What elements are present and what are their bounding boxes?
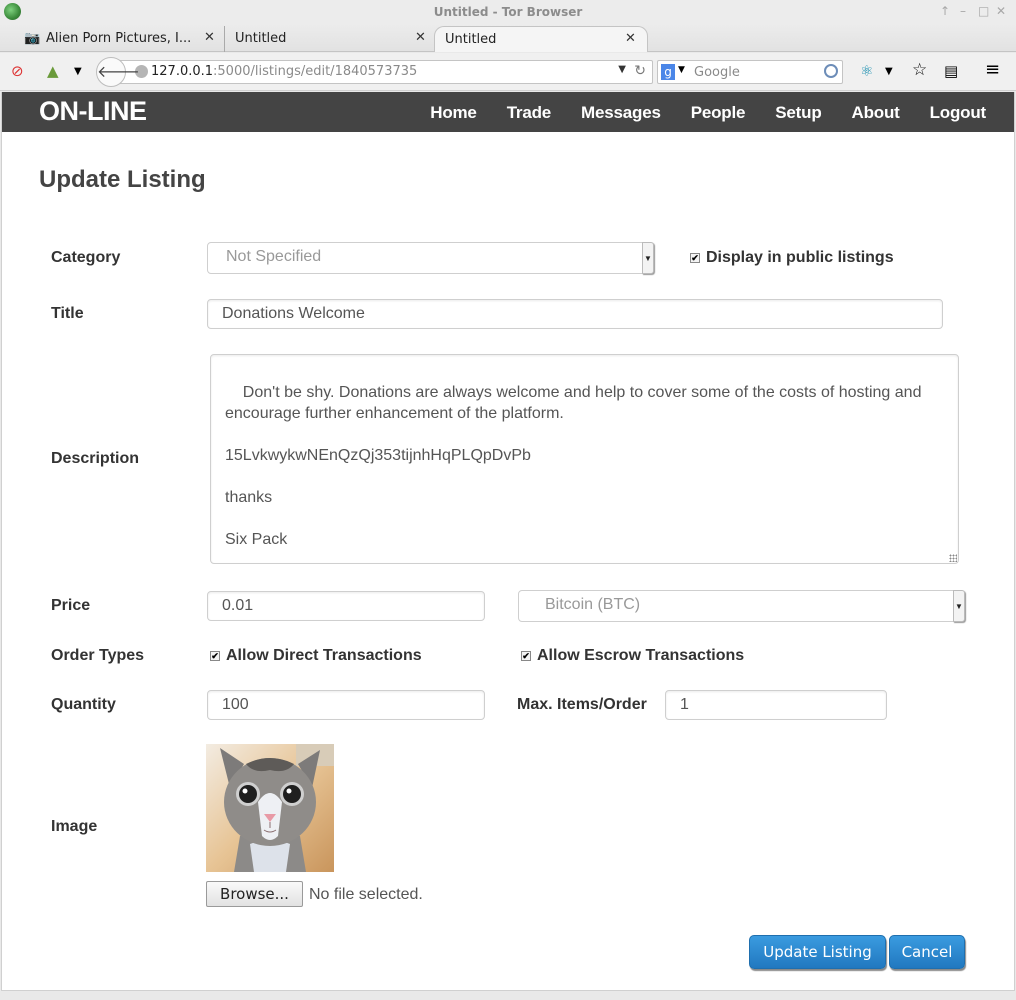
category-label: Category	[51, 249, 121, 266]
back-button[interactable]: 🡐	[96, 57, 140, 87]
tab-untitled-1[interactable]: Untitled ✕	[224, 26, 434, 52]
allow-direct-label: Allow Direct Transactions	[226, 647, 422, 664]
public-listing-checkbox[interactable]: ✔ Display in public listings	[690, 249, 894, 267]
site-navbar: ON-LINE Home Trade Messages People Setup…	[2, 92, 1014, 132]
window-titlebar: Untitled - Tor Browser ↑ – □ ✕	[0, 0, 1016, 24]
tab-strip: 📷 Alien Porn Pictures, I... ✕ Untitled ✕…	[0, 24, 1016, 72]
reading-list-icon[interactable]: ▤	[944, 62, 958, 80]
page-title: Update Listing	[39, 166, 206, 193]
nav-messages[interactable]: Messages	[581, 103, 661, 123]
tab-label: Untitled	[235, 31, 287, 46]
public-listing-label: Display in public listings	[706, 249, 894, 266]
page-content: ON-LINE Home Trade Messages People Setup…	[1, 92, 1015, 991]
chevron-down-icon[interactable]: ▼	[642, 242, 654, 274]
browser-toolbar: ⊘ ▲ ▼ 127.0.0.1:5000/listings/edit/18405…	[0, 53, 1016, 91]
currency-value: Bitcoin (BTC)	[545, 596, 641, 613]
max-items-label: Max. Items/Order	[517, 696, 647, 713]
url-host: 127.0.0.1	[151, 64, 214, 79]
camera-icon: 📷	[24, 31, 41, 46]
bookmark-star-icon[interactable]: ☆	[912, 60, 927, 80]
tab-label: Untitled	[445, 32, 497, 47]
nav-logout[interactable]: Logout	[930, 103, 987, 123]
quantity-input[interactable]: 100	[207, 690, 485, 720]
quantity-label: Quantity	[51, 696, 116, 713]
window-minimize-button[interactable]: –	[960, 4, 966, 18]
update-listing-button[interactable]: Update Listing	[749, 935, 886, 969]
tab-close-icon[interactable]: ✕	[625, 31, 636, 46]
search-input[interactable]: Google	[694, 65, 740, 80]
url-path: :5000/listings/edit/1840573735	[213, 64, 418, 79]
tab-alien-porn[interactable]: 📷 Alien Porn Pictures, I... ✕	[14, 26, 222, 52]
window-raise-icon[interactable]: ↑	[940, 4, 950, 18]
search-icon[interactable]	[824, 64, 838, 78]
url-bar[interactable]: 127.0.0.1:5000/listings/edit/1840573735 …	[118, 60, 653, 84]
search-engine-chevron-icon[interactable]: ▼	[678, 65, 685, 75]
checkbox-checked-icon[interactable]: ✔	[690, 253, 700, 263]
https-everywhere-icon[interactable]: ⚛	[860, 62, 873, 80]
category-select[interactable]: Not Specified ▼	[207, 242, 654, 274]
allow-escrow-label: Allow Escrow Transactions	[537, 647, 745, 664]
order-types-label: Order Types	[51, 647, 145, 664]
site-nav-links: Home Trade Messages People Setup About L…	[400, 103, 986, 123]
google-engine-icon[interactable]: g	[661, 64, 675, 80]
tab-close-icon[interactable]: ✕	[204, 30, 215, 45]
file-status: No file selected.	[309, 886, 423, 903]
nav-setup[interactable]: Setup	[775, 103, 821, 123]
description-textarea[interactable]: Don't be shy. Donations are always welco…	[210, 354, 959, 564]
title-input[interactable]: Donations Welcome	[207, 299, 943, 329]
image-label: Image	[51, 818, 98, 835]
description-text: Don't be shy. Donations are always welco…	[225, 384, 922, 548]
browse-file-button[interactable]: Browse...	[206, 881, 303, 907]
chevron-down-icon[interactable]: ▼	[953, 590, 965, 622]
window-close-button[interactable]: ✕	[996, 4, 1006, 18]
price-label: Price	[51, 597, 91, 614]
search-bar[interactable]: g ▼ Google	[657, 60, 843, 84]
tor-menu-chevron-icon[interactable]: ▼	[74, 66, 82, 77]
site-brand[interactable]: ON-LINE	[39, 96, 147, 127]
allow-escrow-checkbox[interactable]: ✔ Allow Escrow Transactions	[521, 647, 744, 665]
category-value: Not Specified	[226, 248, 322, 265]
reload-icon[interactable]: ↻	[634, 63, 646, 79]
description-label: Description	[51, 450, 140, 467]
nav-about[interactable]: About	[852, 103, 900, 123]
currency-select[interactable]: Bitcoin (BTC) ▼	[518, 590, 965, 622]
hamburger-menu-icon[interactable]: ≡	[985, 59, 1000, 80]
tor-button-icon[interactable]: ▲	[47, 62, 59, 80]
noscript-icon[interactable]: ⊘	[11, 62, 24, 80]
title-label: Title	[51, 305, 84, 322]
tab-close-icon[interactable]: ✕	[415, 30, 426, 45]
cancel-button[interactable]: Cancel	[889, 935, 965, 969]
window-title: Untitled - Tor Browser	[433, 5, 583, 19]
nav-home[interactable]: Home	[430, 103, 477, 123]
resize-grip-icon[interactable]	[949, 554, 957, 562]
checkbox-checked-icon[interactable]: ✔	[210, 651, 220, 661]
url-history-dropdown-icon[interactable]: ▼	[618, 64, 626, 75]
tab-untitled-active[interactable]: Untitled ✕	[434, 26, 648, 52]
listing-image-kitten	[206, 744, 334, 872]
allow-direct-checkbox[interactable]: ✔ Allow Direct Transactions	[210, 647, 422, 665]
window-maximize-button[interactable]: □	[978, 4, 989, 18]
price-input[interactable]: 0.01	[207, 591, 485, 621]
nav-trade[interactable]: Trade	[507, 103, 552, 123]
addon-chevron-icon[interactable]: ▼	[885, 66, 893, 77]
nav-people[interactable]: People	[691, 103, 746, 123]
max-items-input[interactable]: 1	[665, 690, 887, 720]
checkbox-checked-icon[interactable]: ✔	[521, 651, 531, 661]
tab-label: Alien Porn Pictures, I...	[46, 31, 192, 46]
